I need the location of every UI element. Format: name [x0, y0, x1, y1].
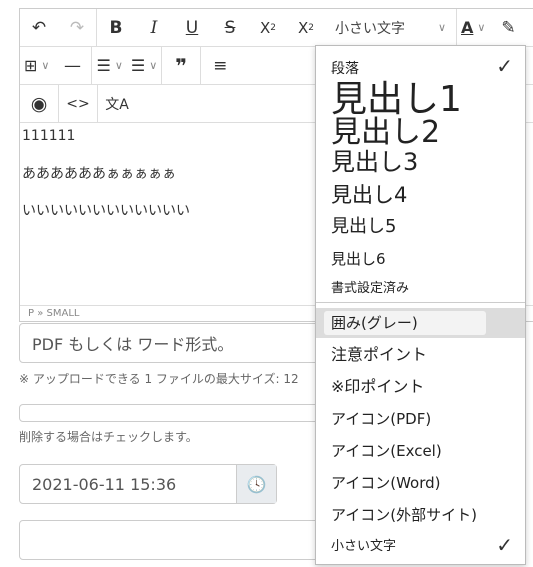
dropdown-item-preformatted[interactable]: 書式設定済み — [331, 280, 525, 298]
dropdown-item-heading3[interactable]: 見出し3 — [331, 148, 525, 176]
bold-icon[interactable]: B — [97, 9, 135, 47]
chevron-down-icon: ∨ — [437, 21, 446, 34]
dropdown-item-heading2[interactable]: 見出し2 — [331, 116, 525, 150]
blockquote-icon[interactable]: ❞ — [162, 47, 200, 85]
style-dropdown-menu: 段落 ✓ 見出し1 見出し2 見出し3 見出し4 見出し5 見出し6 書式設定済… — [315, 45, 526, 565]
table-button[interactable]: ⊞ ∨ — [20, 47, 53, 85]
numbered-list-button[interactable]: ☰ ∨ — [92, 47, 126, 85]
datetime-picker: 2021-06-11 15:36 🕓 — [19, 464, 277, 504]
text-input[interactable] — [19, 520, 319, 560]
datetime-input[interactable]: 2021-06-11 15:36 — [20, 465, 236, 503]
file-description-text: PDF もしくは ワード形式。 — [32, 335, 234, 354]
file-description-input[interactable]: PDF もしくは ワード形式。 — [19, 323, 319, 363]
strikethrough-icon[interactable]: S — [211, 9, 249, 47]
underline-icon[interactable]: U — [173, 9, 211, 47]
undo-icon[interactable]: ↶ — [20, 9, 58, 47]
redo-icon[interactable]: ↷ — [58, 9, 96, 47]
italic-icon[interactable]: I — [135, 9, 173, 47]
check-icon: ✓ — [496, 533, 513, 557]
dropdown-item-icon-word[interactable]: アイコン(Word) — [331, 473, 525, 493]
chevron-down-icon: ∨ — [477, 21, 486, 34]
dropdown-item-heading1[interactable]: 見出し1 — [331, 80, 525, 120]
chevron-down-icon: ∨ — [114, 59, 123, 72]
toolbar-row-1: ↶ ↷ B I U S X2 X2 小さい文字 ∨ A ∨ ✎ — [20, 8, 533, 47]
numbered-list-icon: ☰ — [96, 56, 111, 75]
dropdown-item-heading4[interactable]: 見出し4 — [331, 183, 525, 207]
dropdown-item-icon-external[interactable]: アイコン(外部サイト) — [331, 505, 525, 525]
preview-eye-icon[interactable]: ◉ — [20, 85, 58, 123]
style-dropdown[interactable]: 小さい文字 ∨ — [325, 8, 457, 47]
bulleted-list-icon: ☰ — [130, 56, 146, 75]
source-code-icon[interactable]: <> — [59, 85, 97, 123]
check-icon: ✓ — [496, 54, 513, 78]
file-input[interactable] — [19, 404, 319, 422]
dropdown-item-asterisk-point[interactable]: ※印ポイント — [331, 377, 525, 397]
dropdown-item-icon-excel[interactable]: アイコン(Excel) — [331, 441, 525, 461]
dropdown-item-icon-pdf[interactable]: アイコン(PDF) — [331, 409, 525, 429]
horizontal-line-icon[interactable]: — — [53, 47, 91, 85]
highlight-icon[interactable]: ✎ — [489, 9, 527, 47]
chevron-down-icon: ∨ — [41, 59, 50, 72]
clock-icon[interactable]: 🕓 — [236, 465, 276, 503]
font-color-icon: A — [461, 18, 474, 37]
bulleted-list-button[interactable]: ☰ ∨ — [127, 47, 161, 85]
dropdown-item-heading6[interactable]: 見出し6 — [331, 249, 525, 269]
align-left-icon[interactable]: ≡ — [201, 47, 239, 85]
delete-help: 削除する場合はチェックします。 — [19, 430, 198, 444]
subscript-icon[interactable]: X2 — [249, 9, 287, 47]
upload-size-help: ※ アップロードできる 1 ファイルの最大サイズ: 12 — [19, 372, 299, 386]
dropdown-item-heading5[interactable]: 見出し5 — [331, 216, 525, 238]
table-icon: ⊞ — [24, 56, 38, 75]
style-dropdown-label: 小さい文字 — [335, 20, 405, 37]
superscript-icon[interactable]: X2 — [287, 9, 325, 47]
translate-icon[interactable]: 文A — [98, 85, 136, 123]
font-color-button[interactable]: A ∨ — [457, 9, 489, 47]
chevron-down-icon: ∨ — [149, 59, 158, 72]
dropdown-item-caution-point[interactable]: 注意ポイント — [331, 345, 525, 365]
dropdown-item-gray-box[interactable]: 囲み(グレー) — [331, 313, 525, 333]
